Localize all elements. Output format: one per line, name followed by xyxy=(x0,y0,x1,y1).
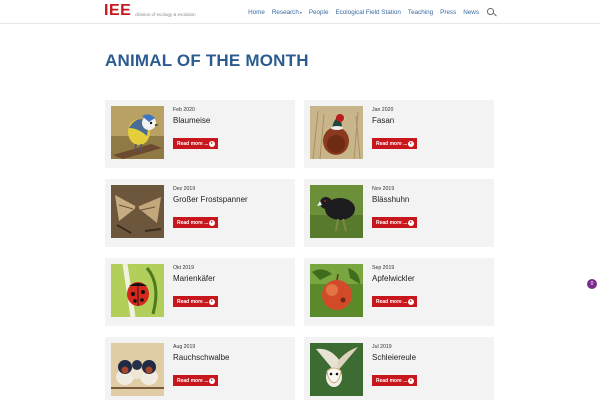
animal-card: Feb 2020 Blaumeise Read more ... xyxy=(105,100,295,168)
nav-research[interactable]: Research▾ xyxy=(272,9,302,16)
animal-card: Sep 2019 Apfelwickler Read more ... xyxy=(304,258,494,326)
card-date: Okt 2019 xyxy=(173,265,195,271)
card-title[interactable]: Großer Frostspanner xyxy=(173,195,248,204)
nav-news[interactable]: News xyxy=(463,9,479,16)
arrow-right-icon xyxy=(209,298,215,305)
page-title: ANIMAL OF THE MONTH xyxy=(105,51,309,70)
coot-image[interactable] xyxy=(310,185,363,238)
read-more-button[interactable]: Read more ... xyxy=(372,217,417,228)
nav-label: Teaching xyxy=(407,9,434,16)
nav-label: Research xyxy=(271,9,299,16)
logo-text: IEE xyxy=(104,2,132,19)
card-title[interactable]: Blaumeise xyxy=(173,116,210,125)
floating-action-button[interactable]: 0 xyxy=(587,279,597,289)
card-title[interactable]: Marienkäfer xyxy=(173,274,215,283)
card-date: Jul 2019 xyxy=(372,344,392,350)
site-logo[interactable]: IEE division of ecology & evolution xyxy=(104,3,196,19)
ladybird-image[interactable] xyxy=(111,264,164,317)
nav-field-station[interactable]: Ecological Field Station xyxy=(335,9,400,16)
animal-card: Okt 2019 Marienkäfer Read more ... xyxy=(105,258,295,326)
card-title[interactable]: Blässhuhn xyxy=(372,195,409,204)
card-date: Aug 2019 xyxy=(173,344,196,350)
arrow-right-icon xyxy=(209,377,215,384)
read-more-button[interactable]: Read more ... xyxy=(173,138,218,149)
animal-card: Nov 2019 Blässhuhn Read more ... xyxy=(304,179,494,247)
read-more-label: Read more ... xyxy=(177,140,209,147)
card-date: Dez 2019 xyxy=(173,186,196,192)
nav-label: Press xyxy=(440,9,457,16)
card-date: Sep 2019 xyxy=(372,265,395,271)
read-more-button[interactable]: Read more ... xyxy=(173,296,218,307)
read-more-label: Read more ... xyxy=(376,377,408,384)
arrow-right-icon xyxy=(408,377,414,384)
read-more-label: Read more ... xyxy=(177,377,209,384)
arrow-right-icon xyxy=(408,219,414,226)
arrow-right-icon xyxy=(408,298,414,305)
barn-owl-image[interactable] xyxy=(310,343,363,396)
read-more-button[interactable]: Read more ... xyxy=(372,138,417,149)
nav-label: News xyxy=(463,9,479,16)
chevron-down-icon: ▾ xyxy=(299,10,302,15)
nav-people[interactable]: People xyxy=(309,9,329,16)
read-more-label: Read more ... xyxy=(376,298,408,305)
nav-press[interactable]: Press xyxy=(440,9,456,16)
card-date: Feb 2020 xyxy=(173,107,195,113)
card-date: Jan 2020 xyxy=(372,107,394,113)
nav-label: Home xyxy=(248,9,265,16)
nav-label: People xyxy=(308,9,329,16)
pheasant-image[interactable] xyxy=(310,106,363,159)
nav-teaching[interactable]: Teaching xyxy=(408,9,433,16)
logo-subtitle: division of ecology & evolution xyxy=(135,12,196,17)
read-more-label: Read more ... xyxy=(376,219,408,226)
read-more-button[interactable]: Read more ... xyxy=(173,217,218,228)
blue-tit-image[interactable] xyxy=(111,106,164,159)
nav-home[interactable]: Home xyxy=(248,9,265,16)
read-more-button[interactable]: Read more ... xyxy=(372,375,417,386)
swallows-image[interactable] xyxy=(111,343,164,396)
read-more-button[interactable]: Read more ... xyxy=(173,375,218,386)
arrow-right-icon xyxy=(209,140,215,147)
nav-label: Ecological Field Station xyxy=(335,9,401,16)
apple-image[interactable] xyxy=(310,264,363,317)
card-title[interactable]: Fasan xyxy=(372,116,394,125)
read-more-button[interactable]: Read more ... xyxy=(372,296,417,307)
site-header: IEE division of ecology & evolution Home… xyxy=(0,0,600,24)
main-nav: Home Research▾ People Ecological Field S… xyxy=(241,8,496,17)
read-more-label: Read more ... xyxy=(376,140,408,147)
animal-card: Jul 2019 Schleiereule Read more ... xyxy=(304,337,494,400)
search-icon[interactable] xyxy=(487,8,496,17)
animal-card: Dez 2019 Großer Frostspanner Read more .… xyxy=(105,179,295,247)
card-title[interactable]: Schleiereule xyxy=(372,353,416,362)
moth-image[interactable] xyxy=(111,185,164,238)
read-more-label: Read more ... xyxy=(177,298,209,305)
animal-card: Aug 2019 Rauchschwalbe Read more ... xyxy=(105,337,295,400)
card-title[interactable]: Rauchschwalbe xyxy=(173,353,229,362)
arrow-right-icon xyxy=(209,219,215,226)
animal-card: Jan 2020 Fasan Read more ... xyxy=(304,100,494,168)
arrow-right-icon xyxy=(408,140,414,147)
card-title[interactable]: Apfelwickler xyxy=(372,274,415,283)
read-more-label: Read more ... xyxy=(177,219,209,226)
card-date: Nov 2019 xyxy=(372,186,395,192)
